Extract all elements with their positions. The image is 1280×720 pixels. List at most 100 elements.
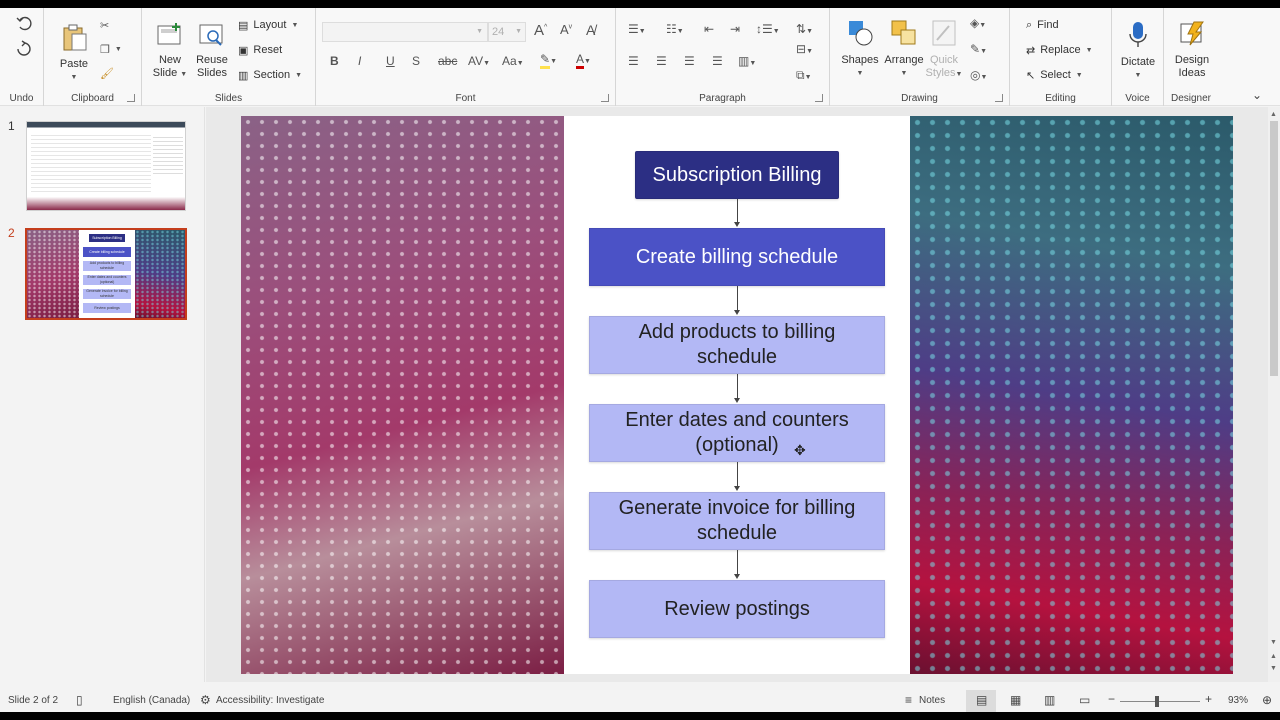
language-indicator[interactable]: English (Canada) bbox=[113, 695, 190, 706]
spelling-check-icon[interactable]: ▯ bbox=[76, 693, 83, 707]
slide-thumbnail-2[interactable]: Subscription Billing Create billing sche… bbox=[25, 228, 187, 320]
select-icon: ↖ bbox=[1026, 69, 1036, 82]
font-name-box[interactable]: ▼ bbox=[322, 22, 488, 42]
paste-button[interactable]: Paste ▼ bbox=[56, 22, 92, 84]
scroll-up-icon[interactable]: ▲ bbox=[1270, 111, 1277, 118]
flowchart-step-4[interactable]: Generate invoice for billing schedule bbox=[589, 492, 885, 550]
bullets-icon[interactable]: ☰▼ bbox=[628, 22, 646, 36]
font-size-dropdown-icon[interactable]: ▼ bbox=[515, 28, 522, 35]
align-center-icon[interactable]: ☰ bbox=[656, 54, 667, 68]
underline-icon[interactable]: U bbox=[386, 54, 395, 68]
paste-icon bbox=[63, 24, 87, 51]
shape-fill-icon[interactable]: ◈▼ bbox=[970, 16, 986, 30]
normal-view-button[interactable]: ▤ bbox=[966, 690, 996, 712]
reading-view-icon[interactable]: ▥ bbox=[1044, 693, 1055, 707]
flowchart-title-box[interactable]: Subscription Billing bbox=[635, 151, 839, 199]
thumbnail-number-1: 1 bbox=[8, 119, 15, 133]
copy-dropdown-icon[interactable]: ▼ bbox=[115, 46, 122, 53]
notes-icon[interactable]: ≡ bbox=[905, 693, 912, 707]
slide-thumbnail-1[interactable] bbox=[26, 121, 186, 211]
flowchart-step-1[interactable]: Create billing schedule bbox=[589, 228, 885, 286]
justify-icon[interactable]: ☰ bbox=[712, 54, 723, 68]
notes-button[interactable]: Notes bbox=[919, 695, 945, 706]
text-direction-icon[interactable]: ⇅▼ bbox=[796, 22, 813, 36]
align-text-icon[interactable]: ⊟▼ bbox=[796, 42, 813, 56]
line-spacing-icon[interactable]: ↕☰▼ bbox=[756, 22, 780, 36]
shape-effects-icon[interactable]: ◎▼ bbox=[970, 68, 987, 82]
scrollbar-thumb[interactable] bbox=[1270, 121, 1278, 376]
columns-icon[interactable]: ▥▼ bbox=[738, 54, 756, 68]
reuse-slides-button[interactable]: Reuse Slides bbox=[192, 22, 232, 80]
reuse-slides-label-2: Slides bbox=[197, 67, 227, 79]
replace-icon: ⇄ bbox=[1026, 44, 1036, 57]
text-shadow-icon[interactable]: S bbox=[412, 54, 420, 68]
align-left-icon[interactable]: ☰ bbox=[628, 54, 639, 68]
layout-button[interactable]: ▤ Layout ▼ bbox=[238, 16, 298, 34]
zoom-level[interactable]: 93% bbox=[1228, 695, 1248, 706]
highlight-icon[interactable]: ✎▼ bbox=[540, 52, 557, 69]
strikethrough-icon[interactable]: abc bbox=[438, 54, 457, 68]
increase-indent-icon[interactable]: ⇥ bbox=[730, 22, 740, 36]
bold-icon[interactable]: B bbox=[330, 54, 339, 68]
decrease-indent-icon[interactable]: ⇤ bbox=[704, 22, 714, 36]
flowchart-step-3[interactable]: Enter dates and counters (optional) bbox=[589, 404, 885, 462]
redo-button[interactable] bbox=[14, 40, 34, 62]
section-button[interactable]: ▥ Section ▼ bbox=[238, 66, 302, 84]
accessibility-icon[interactable]: ⚙ bbox=[200, 693, 211, 707]
select-button[interactable]: ↖ Select ▼ bbox=[1026, 66, 1083, 84]
new-slide-button[interactable]: New Slide ▼ bbox=[150, 22, 190, 81]
font-launcher-icon[interactable] bbox=[601, 94, 609, 102]
flowchart-step-5[interactable]: Review postings bbox=[589, 580, 885, 638]
vertical-scrollbar[interactable]: ▲ ▼ ▲ ▼ bbox=[1268, 107, 1280, 682]
quick-styles-button[interactable]: Quick Styles▼ bbox=[924, 18, 964, 81]
increase-font-icon[interactable]: A^ bbox=[534, 22, 547, 39]
arrowhead-2 bbox=[734, 398, 740, 403]
right-background-image bbox=[910, 116, 1233, 674]
slide-sorter-icon[interactable]: ▦ bbox=[1010, 693, 1021, 707]
arrange-button[interactable]: Arrange ▼ bbox=[882, 18, 926, 80]
font-color-icon[interactable]: A▼ bbox=[576, 52, 591, 69]
find-button[interactable]: ⌕ Find bbox=[1026, 16, 1059, 34]
scroll-down-icon[interactable]: ▼ bbox=[1270, 639, 1277, 646]
clipboard-launcher-icon[interactable] bbox=[127, 94, 135, 102]
next-slide-icon[interactable]: ▼ bbox=[1270, 665, 1277, 672]
decrease-font-icon[interactable]: Av bbox=[560, 22, 572, 37]
quick-styles-label-2: Styles bbox=[925, 67, 956, 79]
zoom-in-icon[interactable]: + bbox=[1205, 692, 1212, 706]
font-size-box[interactable]: 24 ▼ bbox=[488, 22, 526, 42]
flowchart-step-2[interactable]: Add products to billing schedule bbox=[589, 316, 885, 374]
paragraph-launcher-icon[interactable] bbox=[815, 94, 823, 102]
fit-to-window-icon[interactable]: ⊕ bbox=[1262, 693, 1272, 707]
previous-slide-icon[interactable]: ▲ bbox=[1270, 653, 1277, 660]
drawing-launcher-icon[interactable] bbox=[995, 94, 1003, 102]
numbering-icon[interactable]: ☷▼ bbox=[666, 22, 684, 36]
align-right-icon[interactable]: ☰ bbox=[684, 54, 695, 68]
shape-outline-icon[interactable]: ✎▼ bbox=[970, 42, 987, 56]
shapes-button[interactable]: Shapes ▼ bbox=[840, 18, 880, 80]
change-case-icon[interactable]: Aa▼ bbox=[502, 54, 524, 68]
smartart-icon[interactable]: ⧉▼ bbox=[796, 68, 812, 83]
accessibility-status[interactable]: Accessibility: Investigate bbox=[216, 695, 324, 706]
flowchart-step-1-text: Create billing schedule bbox=[635, 245, 839, 268]
replace-button[interactable]: ⇄ Replace ▼ bbox=[1026, 41, 1093, 59]
paste-dropdown-icon[interactable]: ▼ bbox=[56, 71, 92, 84]
collapse-ribbon-icon[interactable]: ⌄ bbox=[1252, 88, 1262, 102]
design-ideas-button[interactable]: Design Ideas bbox=[1170, 18, 1214, 80]
zoom-out-icon[interactable]: − bbox=[1108, 692, 1115, 706]
copy-button[interactable]: ❐ ▼ bbox=[100, 40, 122, 58]
current-slide[interactable]: Subscription Billing Create billing sche… bbox=[241, 116, 1233, 674]
clear-formatting-icon[interactable]: A̸ bbox=[586, 22, 595, 38]
italic-icon[interactable]: I bbox=[358, 54, 361, 68]
undo-button[interactable] bbox=[14, 14, 34, 36]
zoom-slider[interactable] bbox=[1120, 701, 1200, 702]
slideshow-icon[interactable]: ▭ bbox=[1079, 693, 1090, 707]
font-name-dropdown-icon[interactable]: ▼ bbox=[476, 28, 483, 35]
dictate-button[interactable]: Dictate ▼ bbox=[1118, 20, 1158, 82]
cut-button[interactable]: ✂ bbox=[100, 16, 109, 34]
zoom-slider-thumb[interactable] bbox=[1155, 696, 1159, 707]
format-painter-button[interactable]: 🖌 bbox=[100, 64, 114, 82]
font-size-value: 24 bbox=[492, 26, 505, 38]
thumbnail-2-flow: Subscription Billing Create billing sche… bbox=[79, 230, 135, 318]
character-spacing-icon[interactable]: AV▼ bbox=[468, 54, 490, 68]
reset-button[interactable]: ▣ Reset bbox=[238, 41, 282, 59]
